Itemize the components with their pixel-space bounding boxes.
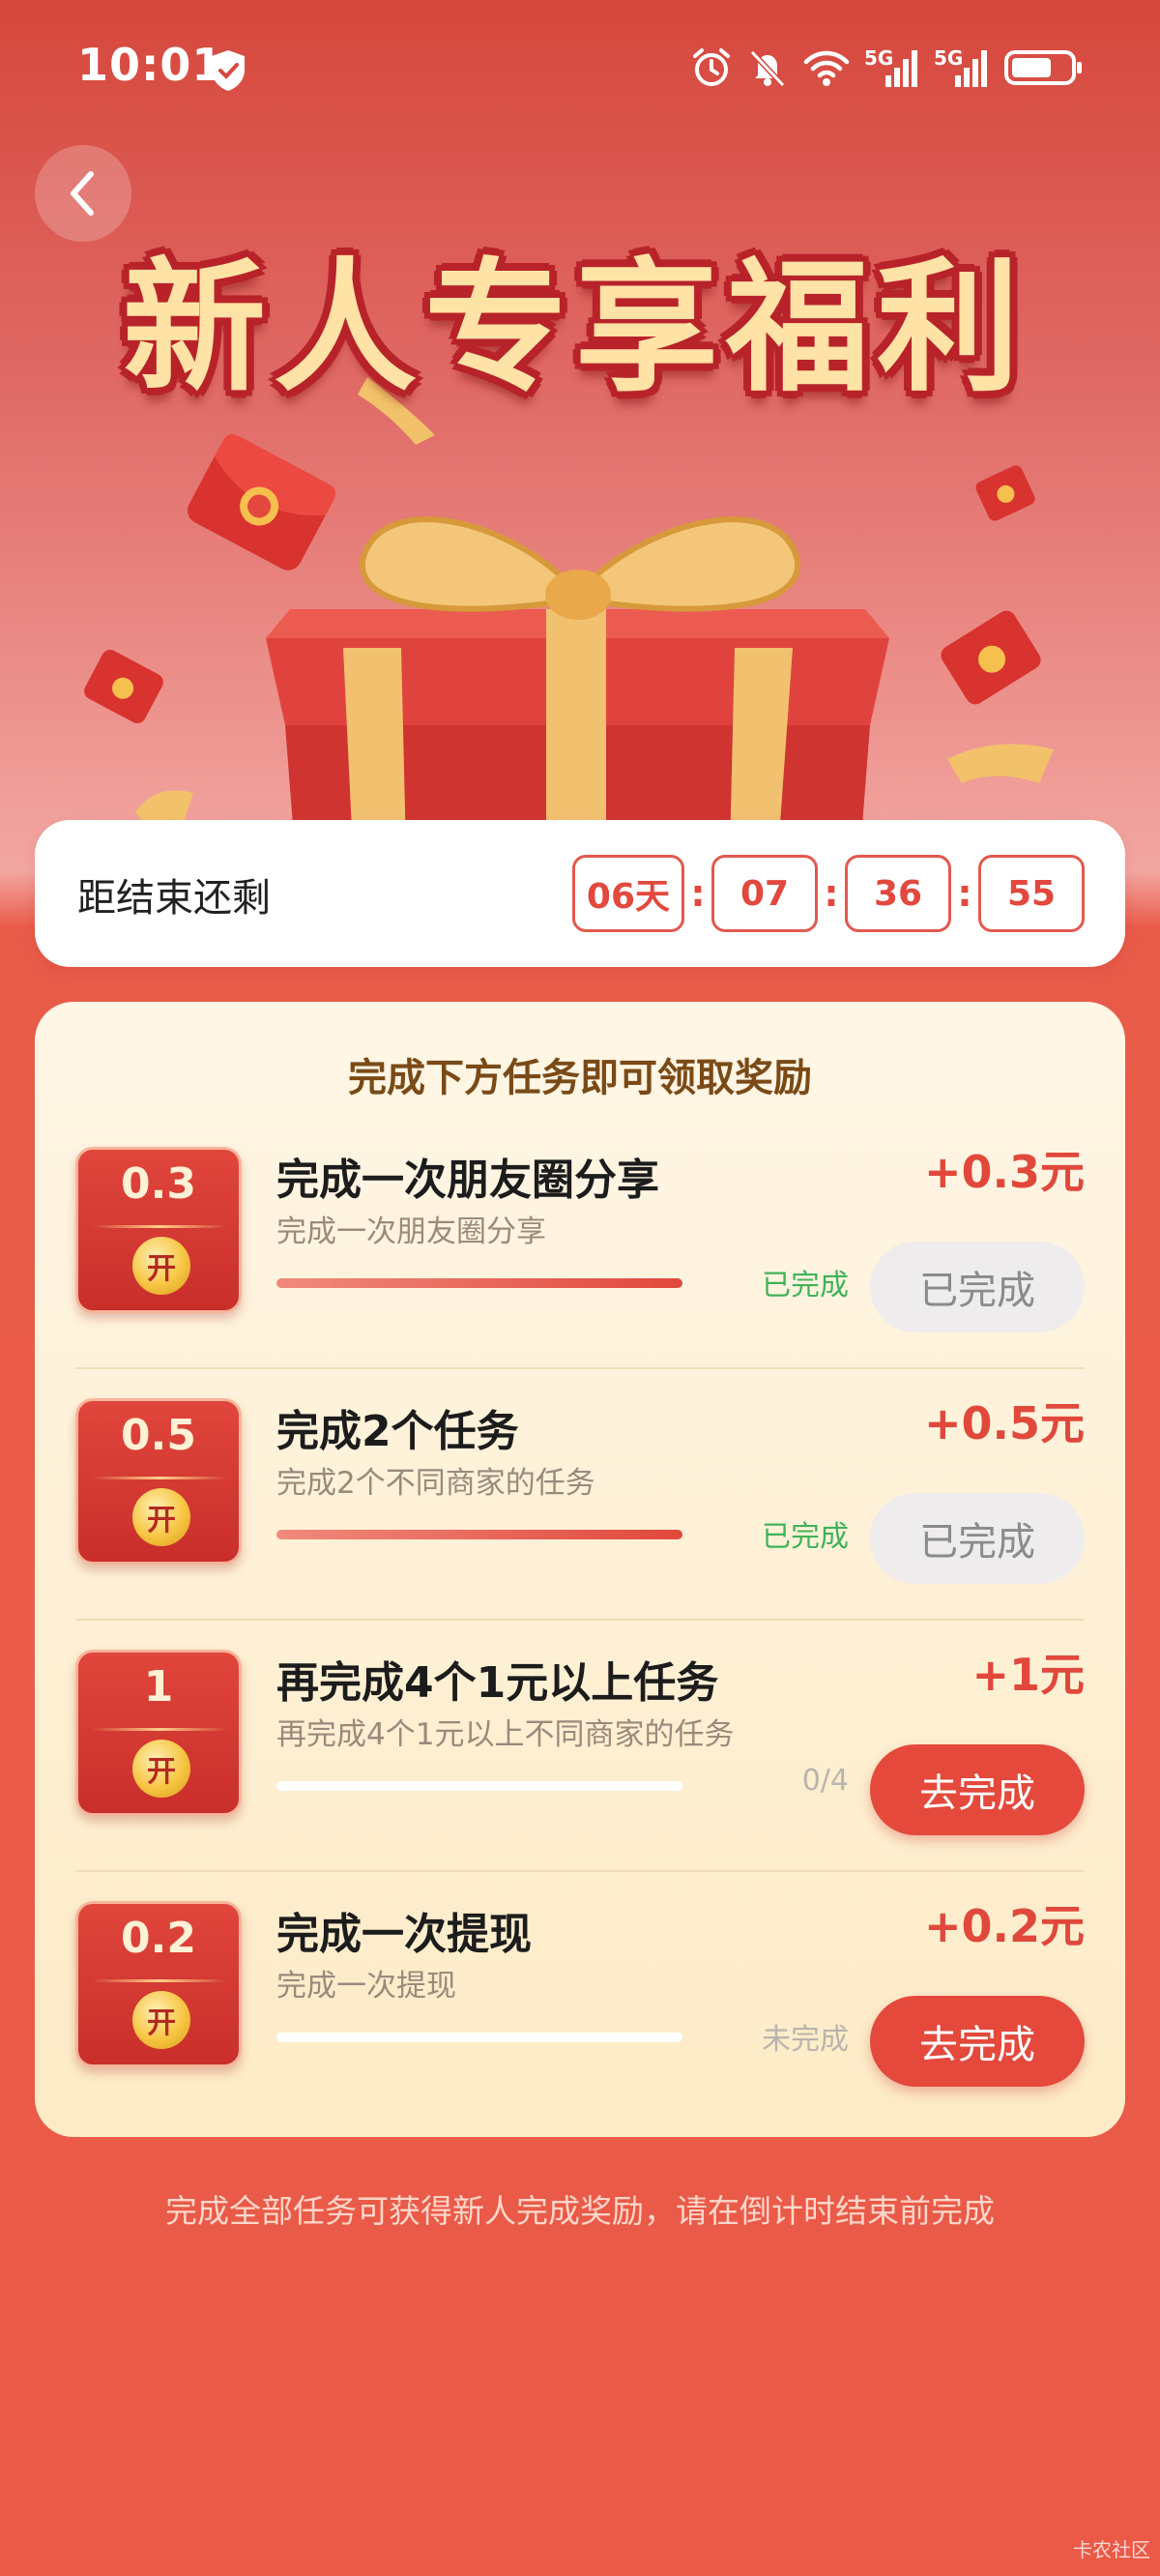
task-description: 完成2个不同商家的任务 <box>276 1466 595 1501</box>
task-progress-fill <box>276 1530 682 1539</box>
coupon-value: 0.5 <box>121 1411 196 1460</box>
task-row: 0.2 开 完成一次提现 完成一次提现 未完成 +0.2元 去完成 <box>75 1872 1085 2123</box>
task-title: 完成一次朋友圈分享 <box>276 1156 659 1205</box>
countdown-hours: 07 <box>711 855 818 932</box>
coin-icon: 开 <box>132 1991 190 2049</box>
countdown-separator: : <box>824 872 839 915</box>
countdown-seconds: 55 <box>978 855 1085 932</box>
task-reward: +0.3元 <box>923 1146 1085 1198</box>
coupon-value: 0.2 <box>121 1914 196 1963</box>
task-coupon: 1 开 <box>75 1650 242 1816</box>
signal-5g-a: 5G <box>864 46 920 89</box>
coupon-divider <box>92 1728 227 1731</box>
task-progress-bar <box>276 1530 682 1539</box>
mute-bell-icon <box>749 49 786 88</box>
task-action-button[interactable]: 去完成 <box>870 1744 1085 1835</box>
task-title: 完成一次提现 <box>276 1910 532 1959</box>
red-envelope-icon <box>975 465 1035 521</box>
task-panel-heading: 完成下方任务即可领取奖励 <box>348 1056 812 1100</box>
task-reward: +1元 <box>972 1649 1085 1701</box>
task-status: 未完成 <box>762 2023 849 2057</box>
watermark: 卡农社区 <box>1073 2538 1150 2561</box>
hero-title-text: 新人专享福利 <box>123 244 1028 411</box>
page: 10:01 5G 5G 新人专享福利 距结束还剩 06天: 07: 36:… <box>0 0 1160 2576</box>
task-title: 完成2个任务 <box>276 1407 519 1456</box>
alarm-icon <box>693 48 730 86</box>
signal-5g-b: 5G <box>934 46 990 89</box>
task-title: 再完成4个1元以上任务 <box>276 1658 719 1708</box>
task-status: 0/4 <box>801 1764 849 1798</box>
status-bar: 10:01 5G 5G <box>0 0 1160 145</box>
network-label-a: 5G <box>864 46 894 70</box>
task-action-button[interactable]: 已完成 <box>870 1242 1085 1332</box>
task-reward: +0.2元 <box>923 1900 1085 1952</box>
status-time: 10:01 <box>77 39 224 91</box>
task-description: 完成一次朋友圈分享 <box>276 1215 546 1249</box>
task-row: 0.3 开 完成一次朋友圈分享 完成一次朋友圈分享 已完成 +0.3元 已完成 <box>75 1118 1085 1369</box>
task-coupon: 0.3 开 <box>75 1147 242 1313</box>
task-status: 已完成 <box>762 1269 849 1303</box>
network-label-b: 5G <box>934 46 964 70</box>
gift-illustration <box>84 377 1054 851</box>
task-action-button[interactable]: 已完成 <box>870 1493 1085 1584</box>
task-reward: +0.5元 <box>923 1397 1085 1449</box>
red-envelope-icon <box>84 650 163 723</box>
coupon-value: 0.3 <box>121 1159 196 1209</box>
battery-icon <box>1004 50 1082 85</box>
countdown-label: 距结束还剩 <box>77 876 271 921</box>
coupon-divider <box>92 1979 227 1982</box>
chevron-left-icon <box>71 171 94 216</box>
task-coupon: 0.2 开 <box>75 1901 242 2067</box>
countdown-separator: : <box>690 872 706 915</box>
wifi-icon <box>803 50 850 86</box>
coin-icon: 开 <box>132 1488 190 1546</box>
task-progress-bar <box>276 1781 682 1791</box>
coin-icon: 开 <box>132 1740 190 1798</box>
shield-check-icon <box>212 50 245 91</box>
task-coupon: 0.5 开 <box>75 1398 242 1565</box>
countdown-minutes: 36 <box>845 855 951 932</box>
task-status: 已完成 <box>762 1520 849 1554</box>
status-icons: 5G 5G <box>690 46 1085 89</box>
task-description: 再完成4个1元以上不同商家的任务 <box>276 1717 735 1752</box>
task-row: 0.5 开 完成2个任务 完成2个不同商家的任务 已完成 +0.5元 已完成 <box>75 1369 1085 1621</box>
coupon-divider <box>92 1477 227 1479</box>
task-action-button[interactable]: 去完成 <box>870 1996 1085 2087</box>
countdown-separator: : <box>957 872 972 915</box>
task-row: 1 开 再完成4个1元以上任务 再完成4个1元以上不同商家的任务 0/4 +1元… <box>75 1621 1085 1872</box>
countdown-timer: 06天 : 07 : 36 : 55 <box>571 855 1085 932</box>
coin-icon: 开 <box>132 1237 190 1295</box>
countdown-days: 06天 <box>571 855 684 932</box>
countdown-card: 距结束还剩 06天 : 07 : 36 : 55 <box>35 820 1125 967</box>
coupon-divider <box>92 1225 227 1228</box>
task-description: 完成一次提现 <box>276 1969 456 2004</box>
red-envelope-icon <box>941 610 1041 705</box>
task-progress-bar <box>276 1278 682 1288</box>
task-progress-bar <box>276 2033 682 2042</box>
footer-note: 完成全部任务可获得新人完成奖励，请在倒计时结束前完成 <box>165 2192 995 2230</box>
task-progress-fill <box>276 1278 682 1288</box>
red-envelope-icon <box>188 434 336 571</box>
hero-title: 新人专享福利 <box>92 222 1058 411</box>
task-panel: 完成下方任务即可领取奖励 0.3 开 完成一次朋友圈分享 完成一次朋友圈分享 已… <box>35 1002 1125 2137</box>
coupon-value: 1 <box>143 1662 174 1712</box>
